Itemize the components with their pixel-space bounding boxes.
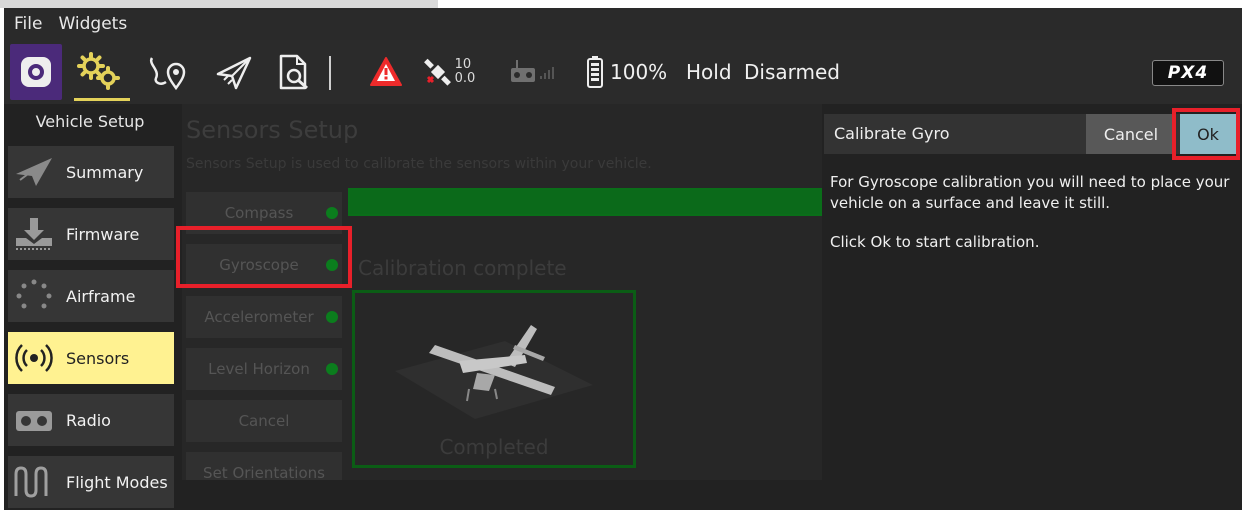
vehicle-setup-button[interactable] bbox=[70, 40, 130, 104]
accelerometer-label: Accelerometer bbox=[204, 308, 314, 326]
rc-transmitter-icon bbox=[511, 60, 535, 82]
qgc-window: File Widgets 10 0.0 100% Hold Disarmed P… bbox=[4, 8, 1242, 510]
document-search-icon bbox=[279, 54, 308, 90]
paper-plane-icon bbox=[216, 56, 252, 90]
warning-icon bbox=[370, 57, 402, 86]
sidebar-item-label: Firmware bbox=[66, 224, 140, 244]
status-dot bbox=[326, 311, 338, 323]
dialog-body: For Gyroscope calibration you will need … bbox=[830, 172, 1234, 271]
sidebar-item-summary[interactable]: Summary bbox=[8, 146, 174, 198]
menu-file[interactable]: File bbox=[14, 14, 42, 34]
dialog-title: Calibrate Gyro bbox=[834, 124, 950, 143]
gps-satellite-count: 10 bbox=[454, 57, 472, 72]
ok-highlight-box bbox=[1172, 108, 1240, 160]
qgc-home-button[interactable] bbox=[10, 44, 62, 100]
panel-footer bbox=[182, 480, 822, 510]
dialog-prompt: Click Ok to start calibration. bbox=[830, 233, 1040, 251]
rc-rssi-indicator[interactable] bbox=[500, 40, 564, 104]
sidebar-item-firmware[interactable]: Firmware bbox=[8, 208, 174, 260]
sensors-setup-panel: Sensors Setup Sensors Setup is used to c… bbox=[182, 104, 822, 510]
px4-logo: PX4 bbox=[1152, 60, 1224, 86]
sidebar-item-label: Airframe bbox=[66, 286, 136, 306]
plan-view-button[interactable] bbox=[142, 40, 194, 104]
fly-view-button[interactable] bbox=[208, 40, 260, 104]
sidebar-item-radio[interactable]: Radio bbox=[8, 394, 174, 446]
qgc-logo-icon bbox=[21, 57, 51, 87]
vehicle-setup-sidebar: Vehicle Setup Summary Firmware Airframe … bbox=[4, 104, 182, 510]
toolbar-separator bbox=[329, 56, 331, 90]
sidebar-item-flight-modes[interactable]: Flight Modes bbox=[8, 456, 174, 508]
sensors-icon bbox=[8, 332, 60, 384]
menu-bar: File Widgets bbox=[4, 8, 1242, 40]
sidebar-item-airframe[interactable]: Airframe bbox=[8, 270, 174, 322]
radio-icon bbox=[8, 394, 60, 446]
messages-indicator[interactable] bbox=[366, 40, 406, 104]
dialog-instructions: For Gyroscope calibration you will need … bbox=[830, 173, 1230, 212]
flight-modes-icon bbox=[8, 456, 60, 508]
calibrate-gyro-dialog: Calibrate Gyro Cancel Ok For Gyroscope c… bbox=[822, 104, 1242, 510]
gps-values: 10 0.0 bbox=[455, 58, 476, 86]
sidebar-item-label: Summary bbox=[66, 162, 144, 182]
gps-indicator[interactable]: 10 0.0 bbox=[414, 40, 484, 104]
status-dot bbox=[326, 363, 338, 375]
cancel-calibration-button[interactable]: Cancel bbox=[186, 400, 342, 442]
calibration-progress-bar bbox=[348, 188, 822, 216]
airframe-icon bbox=[8, 270, 60, 322]
level-horizon-label: Level Horizon bbox=[208, 360, 310, 378]
accelerometer-button[interactable]: Accelerometer bbox=[186, 296, 342, 338]
analyze-view-button[interactable] bbox=[270, 40, 320, 104]
download-icon bbox=[8, 208, 60, 260]
signal-bars-icon bbox=[540, 67, 554, 79]
sidebar-title: Vehicle Setup bbox=[35, 112, 145, 131]
top-strip bbox=[0, 0, 1246, 8]
route-pin-icon bbox=[149, 57, 186, 91]
calibration-preview: Completed bbox=[352, 290, 636, 468]
sidebar-item-sensors[interactable]: Sensors bbox=[8, 332, 174, 384]
gyroscope-highlight-box bbox=[176, 226, 352, 288]
flight-mode-selector[interactable]: Hold bbox=[686, 40, 732, 104]
battery-indicator[interactable]: 100% bbox=[586, 40, 686, 104]
completed-label: Completed bbox=[439, 435, 549, 459]
cancel-label: Cancel bbox=[238, 412, 290, 430]
battery-icon bbox=[587, 56, 603, 88]
airplane-orientation-image bbox=[395, 325, 593, 419]
paper-plane-icon bbox=[8, 146, 60, 198]
browser-tab bbox=[0, 0, 438, 8]
sidebar-item-label: Radio bbox=[66, 410, 111, 430]
satellite-icon bbox=[423, 58, 451, 86]
gears-icon bbox=[77, 52, 120, 90]
gps-hdop: 0.0 bbox=[454, 71, 476, 86]
level-horizon-button[interactable]: Level Horizon bbox=[186, 348, 342, 390]
page-description: Sensors Setup is used to calibrate the s… bbox=[186, 156, 652, 172]
sidebar-item-label: Flight Modes bbox=[66, 472, 168, 492]
compass-label: Compass bbox=[224, 204, 294, 222]
page-title: Sensors Setup bbox=[186, 116, 359, 144]
arm-state-indicator[interactable]: Disarmed bbox=[744, 40, 840, 104]
status-dot bbox=[326, 207, 338, 219]
main-toolbar: 10 0.0 100% Hold Disarmed PX4 bbox=[4, 40, 1242, 104]
sidebar-item-label: Sensors bbox=[66, 348, 130, 368]
calibration-status: Calibration complete bbox=[358, 256, 567, 280]
menu-widgets[interactable]: Widgets bbox=[58, 14, 127, 34]
active-tab-indicator bbox=[74, 98, 130, 101]
battery-percent: 100% bbox=[610, 60, 668, 84]
dialog-cancel-button[interactable]: Cancel bbox=[1086, 114, 1176, 154]
